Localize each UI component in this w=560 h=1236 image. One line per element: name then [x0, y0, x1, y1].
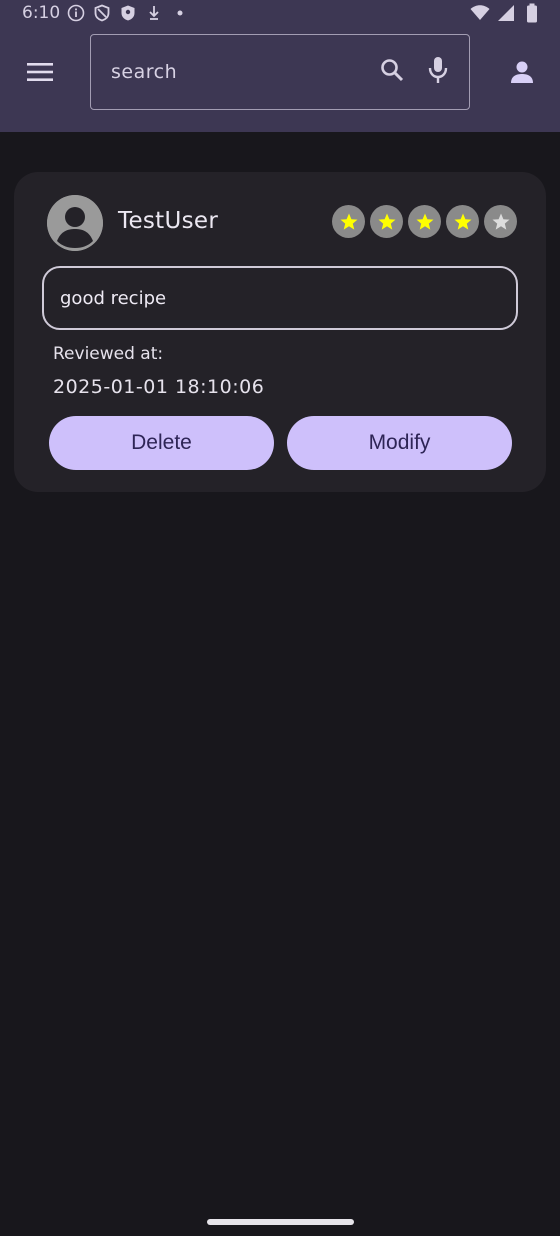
status-left: 6:10	[22, 3, 190, 23]
app-bar: search	[0, 26, 560, 132]
dot-icon	[170, 3, 190, 23]
star-rating	[332, 205, 517, 238]
search-icon[interactable]	[379, 57, 405, 87]
signal-icon	[496, 3, 516, 23]
star-empty-icon[interactable]	[484, 205, 517, 238]
star-filled-icon[interactable]	[446, 205, 479, 238]
shield-filled-icon	[118, 3, 138, 23]
star-filled-icon[interactable]	[370, 205, 403, 238]
shield-outline-icon	[92, 3, 112, 23]
status-bar: 6:10	[0, 0, 560, 26]
status-time: 6:10	[22, 3, 61, 23]
person-icon[interactable]	[504, 54, 540, 90]
modify-button[interactable]: Modify	[287, 416, 512, 470]
review-text-field: good recipe	[42, 266, 518, 330]
reviewed-at-timestamp: 2025-01-01 18:10:06	[53, 376, 265, 398]
download-arrow-icon	[144, 3, 164, 23]
info-icon	[66, 3, 86, 23]
gesture-navigation-bar[interactable]	[207, 1219, 354, 1225]
hamburger-menu-icon[interactable]	[22, 54, 58, 90]
search-input[interactable]: search	[90, 34, 470, 110]
wifi-icon	[470, 3, 490, 23]
microphone-icon[interactable]	[427, 56, 449, 88]
delete-button[interactable]: Delete	[49, 416, 274, 470]
reviewed-at-label: Reviewed at:	[53, 344, 164, 364]
account-circle-icon	[47, 195, 103, 251]
star-filled-icon[interactable]	[332, 205, 365, 238]
review-username: TestUser	[118, 208, 219, 234]
search-actions	[379, 56, 449, 88]
review-card: TestUser good recipe Reviewed at: 2025-0…	[14, 172, 546, 492]
star-filled-icon[interactable]	[408, 205, 441, 238]
battery-icon	[522, 3, 542, 23]
search-placeholder: search	[111, 61, 178, 83]
status-right	[470, 3, 542, 23]
